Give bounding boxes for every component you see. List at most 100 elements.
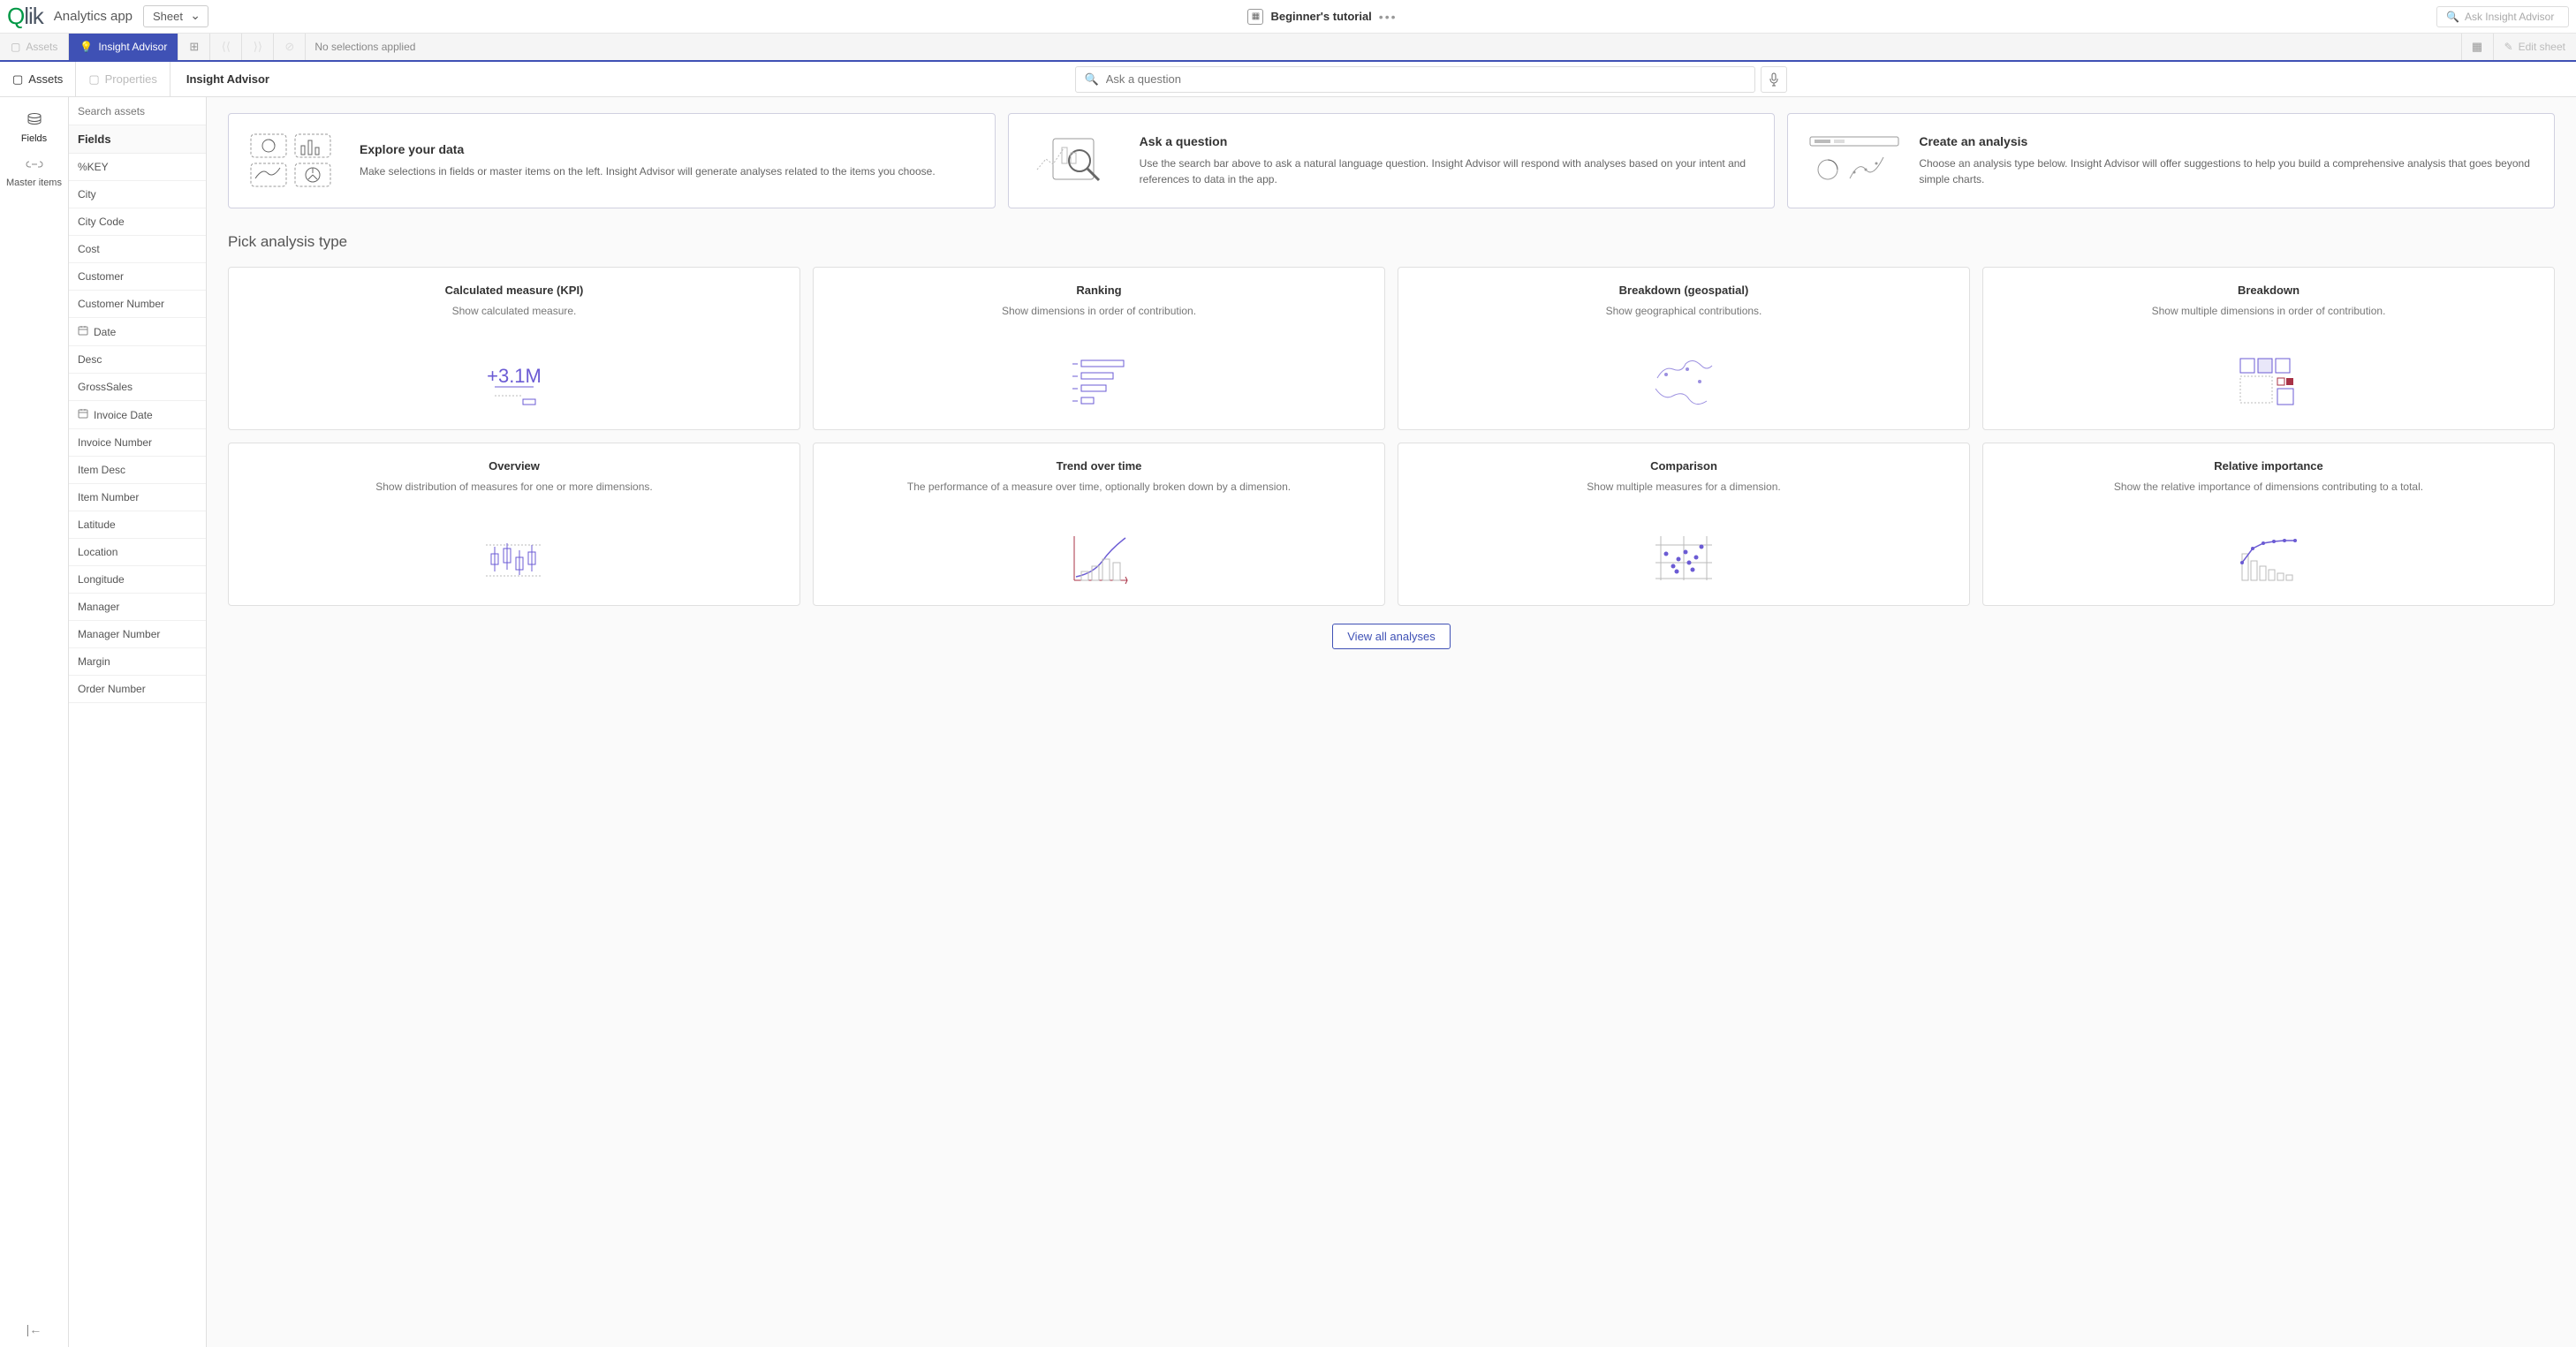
field-item[interactable]: Customer Number — [69, 291, 206, 318]
analysis-card[interactable]: OverviewShow distribution of measures fo… — [228, 443, 800, 606]
collapse-rail-button[interactable]: |← — [27, 1322, 42, 1336]
field-item[interactable]: Invoice Number — [69, 429, 206, 457]
analysis-illustration: +3.1M — [479, 352, 549, 413]
fields-panel: Fields %KEYCityCity Code Cost Customer Cust… — [69, 97, 207, 1347]
analysis-card[interactable]: BreakdownShow multiple dimensions in ord… — [1982, 267, 2555, 430]
calendar-icon — [78, 325, 88, 338]
hero-create-desc: Choose an analysis type below. Insight A… — [1919, 155, 2536, 187]
analysis-illustration — [1648, 352, 1719, 413]
field-item[interactable]: Margin — [69, 648, 206, 676]
field-item[interactable]: Order Number — [69, 676, 206, 703]
fields-list[interactable]: %KEYCityCity Code Cost Customer Customer Nu… — [69, 154, 206, 1347]
database-icon — [27, 113, 42, 130]
field-label: Date — [94, 326, 116, 338]
ask-advisor-placeholder: Ask Insight Advisor — [2465, 11, 2554, 23]
hero-ask-desc: Use the search bar above to ask a natura… — [1140, 155, 1757, 187]
clear-selections-button: ⊘ — [274, 34, 306, 60]
view-all-analyses-button[interactable]: View all analyses — [1332, 624, 1450, 649]
question-input[interactable] — [1106, 72, 1746, 86]
field-item[interactable]: City Code — [69, 208, 206, 236]
create-illustration — [1806, 130, 1903, 192]
analysis-title: Trend over time — [1057, 459, 1142, 473]
analysis-desc: Show calculated measure. — [452, 304, 577, 332]
ask-illustration — [1027, 130, 1124, 192]
hero-ask[interactable]: Ask a question Use the search bar above … — [1008, 113, 1776, 208]
analysis-card[interactable]: Relative importance Show the relative imp… — [1982, 443, 2555, 606]
app-name: Analytics app — [54, 9, 133, 24]
search-assets-input[interactable] — [78, 105, 197, 117]
field-item[interactable]: Cost — [69, 236, 206, 263]
analysis-illustration — [1648, 527, 1719, 589]
field-label: Invoice Number — [78, 436, 152, 449]
field-item[interactable]: City — [69, 181, 206, 208]
panel-icon: ▢ — [12, 72, 23, 87]
analysis-desc: Show geographical contributions. — [1606, 304, 1762, 332]
topbar: Qlik Analytics app Sheet ▦ Beginner's tu… — [0, 0, 2576, 34]
hero-create[interactable]: Create an analysis Choose an analysis ty… — [1787, 113, 2555, 208]
analysis-card[interactable]: Calculated measure (KPI)Show calculated … — [228, 267, 800, 430]
left-rail: Fields Master items |← — [0, 97, 69, 1347]
rail-fields[interactable]: Fields — [0, 106, 68, 151]
field-label: Location — [78, 546, 117, 558]
sheet-dropdown[interactable]: Sheet — [143, 5, 208, 27]
microphone-button[interactable] — [1761, 66, 1787, 93]
field-item[interactable]: Manager — [69, 594, 206, 621]
hero-ask-title: Ask a question — [1140, 134, 1757, 148]
field-label: Order Number — [78, 683, 146, 695]
field-item[interactable]: GrossSales — [69, 374, 206, 401]
field-item[interactable]: Longitude — [69, 566, 206, 594]
field-label: Customer — [78, 270, 124, 283]
assets-label: Assets — [26, 41, 57, 53]
tutorial-title: Beginner's tutorial — [1270, 10, 1371, 23]
analysis-card[interactable]: Ranking Show dimensions in order of contr… — [813, 267, 1385, 430]
field-label: Margin — [78, 655, 110, 668]
content-area: Explore your data Make selections in fie… — [207, 97, 2576, 1347]
field-item[interactable]: Manager Number — [69, 621, 206, 648]
hero-explore-title: Explore your data — [360, 142, 936, 156]
hero-row: Explore your data Make selections in fie… — [228, 113, 2555, 208]
analysis-illustration — [479, 527, 549, 589]
panel-icon: ▢ — [88, 72, 99, 87]
assets-toolbar-button: ▢ Assets — [0, 34, 69, 60]
field-item[interactable]: Latitude — [69, 511, 206, 539]
toolbar: ▢ Assets 💡 Insight Advisor ⊞ ⟨⟨ ⟩⟩ ⊘ No … — [0, 34, 2576, 62]
analysis-desc: Show dimensions in order of contribution… — [1002, 304, 1196, 332]
ask-insight-advisor-input[interactable]: 🔍 Ask Insight Advisor — [2436, 6, 2569, 27]
search-icon: 🔍 — [1085, 72, 1099, 87]
field-item[interactable]: Invoice Date — [69, 401, 206, 429]
fields-header: Fields — [69, 125, 206, 154]
field-item[interactable]: Location — [69, 539, 206, 566]
subheader: ▢ Assets ▢ Properties Insight Advisor 🔍 — [0, 62, 2576, 97]
assets-panel-button[interactable]: ▢ Assets — [0, 62, 76, 96]
qlik-logo[interactable]: Qlik — [7, 3, 43, 30]
field-label: Manager — [78, 601, 119, 613]
sheet-icon[interactable]: ▦ — [1247, 9, 1263, 25]
analysis-card[interactable]: Trend over timeThe performance of a meas… — [813, 443, 1385, 606]
analysis-title: Ranking — [1076, 284, 1121, 297]
field-label: Cost — [78, 243, 100, 255]
question-box[interactable]: 🔍 — [1075, 66, 1755, 93]
field-item[interactable]: Customer — [69, 263, 206, 291]
field-item[interactable]: %KEY — [69, 154, 206, 181]
analysis-card[interactable]: Breakdown (geospatial)Show geographical … — [1398, 267, 1970, 430]
analysis-desc: Show the relative importance of dimensio… — [2114, 480, 2423, 508]
field-item[interactable]: Item Desc — [69, 457, 206, 484]
bookmarks-button[interactable]: ▦ — [2461, 34, 2493, 60]
field-label: Desc — [78, 353, 102, 366]
rail-master-items[interactable]: Master items — [0, 151, 68, 195]
hero-explore[interactable]: Explore your data Make selections in fie… — [228, 113, 996, 208]
insight-advisor-title: Insight Advisor — [170, 72, 285, 86]
analysis-card[interactable]: ComparisonShow multiple measures for a d… — [1398, 443, 1970, 606]
field-item[interactable]: Date — [69, 318, 206, 346]
smart-search-button[interactable]: ⊞ — [178, 34, 210, 60]
field-item[interactable]: Item Number — [69, 484, 206, 511]
analysis-title: Relative importance — [2214, 459, 2323, 473]
properties-panel-label: Properties — [105, 72, 157, 86]
field-label: Manager Number — [78, 628, 160, 640]
no-selections-text: No selections applied — [306, 41, 424, 53]
field-item[interactable]: Desc — [69, 346, 206, 374]
assets-panel-label: Assets — [28, 72, 63, 86]
analysis-grid: Calculated measure (KPI)Show calculated … — [228, 267, 2555, 606]
more-menu-icon[interactable]: ••• — [1379, 10, 1398, 24]
insight-advisor-toolbar-button[interactable]: 💡 Insight Advisor — [69, 34, 178, 60]
